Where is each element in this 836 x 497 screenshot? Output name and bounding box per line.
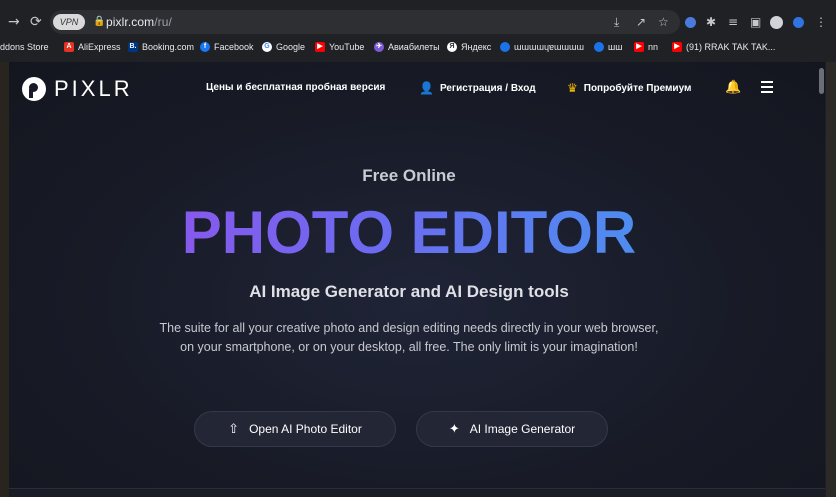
yandex-icon: Я <box>447 42 457 52</box>
hero-eyebrow: Free Online <box>362 166 456 185</box>
hero-title: PHOTO EDITOR <box>9 198 809 268</box>
aliexpress-icon: A <box>64 42 74 52</box>
bookmark-label: шш <box>608 42 623 52</box>
aviasales-icon: ✈ <box>374 42 384 52</box>
bookmark-booking[interactable]: B. Booking.com <box>128 42 194 52</box>
youtube-icon: ▶ <box>672 42 682 52</box>
extensions-puzzle-icon[interactable]: ✱ <box>706 15 716 29</box>
nav-pricing-label: Цены и бесплатная пробная версия <box>206 82 386 93</box>
nav-premium-label: Попробуйте Премиум <box>583 82 692 94</box>
bookmark-label: Facebook <box>214 42 254 52</box>
youtube-icon: ▶ <box>634 42 644 52</box>
side-panel-icon[interactable]: ▣ <box>750 15 761 29</box>
browser-toolbar: → ⟳ VPN 🔒 pixlr.com/ru/ ⤓ ↗ ☆ ✱ ≡ ▣ ⋮ <box>0 8 836 36</box>
section-divider <box>9 488 825 497</box>
bookmark-label: (91) RRAK TAK TAK... <box>686 42 776 52</box>
bookmark-youtube[interactable]: ▶ YouTube <box>315 42 364 52</box>
forward-icon[interactable]: → <box>8 14 20 30</box>
bookmark-aliexpress[interactable]: A AliExpress <box>64 42 121 52</box>
youtube-icon: ▶ <box>315 42 325 52</box>
ai-image-generator-label: AI Image Generator <box>469 422 576 436</box>
bookmark-label: ɯɯɯɯɥɐɯɯɯɯ <box>514 42 584 52</box>
browser-chrome: → ⟳ VPN 🔒 pixlr.com/ru/ ⤓ ↗ ☆ ✱ ≡ ▣ ⋮ dd… <box>0 0 836 62</box>
page-scrollbar[interactable] <box>819 68 824 94</box>
user-icon: 👤 <box>419 81 434 95</box>
upload-icon: ⇧ <box>228 421 240 437</box>
share-icon[interactable]: ↗ <box>636 15 646 29</box>
site-info-icon[interactable]: 🔒 <box>93 16 105 27</box>
facebook-icon: f <box>200 42 210 52</box>
bookmarks-bar: ddons Store A AliExpress B. Booking.com fF… <box>0 39 836 57</box>
bookmark-globe-2[interactable]: шш <box>594 42 622 52</box>
desktop-background-left <box>0 0 9 497</box>
nav-login-link[interactable]: 👤 Регистрация / Вход <box>419 82 536 94</box>
extension-shield-icon[interactable] <box>685 17 696 28</box>
bookmark-facebook[interactable]: f Facebook <box>200 42 254 52</box>
booking-icon: B. <box>128 42 138 52</box>
bookmark-youtube-nn[interactable]: ▶ nn <box>634 42 658 52</box>
nav-login-label: Регистрация / Вход <box>439 82 536 94</box>
bookmark-globe-1[interactable]: ɯɯɯɯɥɐɯɯɯɯ <box>500 42 584 52</box>
browser-menu-icon[interactable]: ⋮ <box>815 15 827 29</box>
url-text[interactable]: pixlr.com/ru/ <box>106 15 172 29</box>
hero-description: The suite for all your creative photo an… <box>159 321 659 354</box>
bookmark-star-icon[interactable]: ☆ <box>658 15 669 29</box>
sync-check-icon[interactable] <box>793 17 804 28</box>
magic-wand-icon: ✦ <box>448 421 460 437</box>
open-photo-editor-button[interactable]: ⇧ Open AI Photo Editor <box>194 411 396 447</box>
reading-list-icon[interactable]: ≡ <box>728 15 738 29</box>
hamburger-menu-icon[interactable] <box>761 81 773 93</box>
bookmark-label: Яндекс <box>461 42 492 52</box>
install-app-icon[interactable]: ⤓ <box>614 15 619 29</box>
bookmark-google[interactable]: G Google <box>262 42 305 52</box>
bookmark-label: Booking.com <box>142 42 195 52</box>
bookmark-youtube-rrak[interactable]: ▶ (91) RRAK TAK TAK... <box>672 42 775 52</box>
ai-image-generator-button[interactable]: ✦ AI Image Generator <box>416 411 608 447</box>
globe-icon <box>500 42 510 52</box>
url-path: /ru/ <box>154 15 172 29</box>
bookmark-label: YouTube <box>329 42 365 52</box>
profile-avatar[interactable] <box>770 16 783 29</box>
hero-subtitle: AI Image Generator and AI Design tools <box>249 282 569 301</box>
bookmark-yandex[interactable]: Я Яндекс <box>447 42 491 52</box>
globe-icon <box>594 42 604 52</box>
bookmark-label: Авиабилеты <box>388 42 440 52</box>
nav-pricing-link[interactable]: Цены и бесплатная пробная версия <box>206 82 385 93</box>
bookmark-label: nn <box>648 42 659 52</box>
logo-text: PIXLR <box>54 76 133 101</box>
vpn-badge[interactable]: VPN <box>53 14 85 30</box>
pixlr-page: PIXLR Цены и бесплатная пробная версия 👤… <box>9 62 825 497</box>
pixlr-logo-icon <box>22 77 46 101</box>
desktop-background-right <box>826 0 836 497</box>
bookmark-aviasales[interactable]: ✈ Авиабилеты <box>374 42 440 52</box>
url-host: pixlr.com <box>106 15 155 29</box>
bookmark-label: ddons Store <box>0 42 49 52</box>
bookmark-label: AliExpress <box>78 42 121 52</box>
google-icon: G <box>262 42 272 52</box>
bell-icon[interactable]: 🔔 <box>725 80 741 95</box>
reload-icon[interactable]: ⟳ <box>30 14 42 30</box>
nav-premium-link[interactable]: ♛ Попробуйте Премиум <box>567 82 691 94</box>
pixlr-logo[interactable]: PIXLR <box>22 76 133 102</box>
bookmark-label: Google <box>276 42 306 52</box>
open-photo-editor-label: Open AI Photo Editor <box>249 422 362 436</box>
crown-icon: ♛ <box>567 81 578 95</box>
site-header: PIXLR Цены и бесплатная пробная версия 👤… <box>9 62 825 116</box>
bookmark-addons-store[interactable]: ddons Store <box>0 42 49 52</box>
